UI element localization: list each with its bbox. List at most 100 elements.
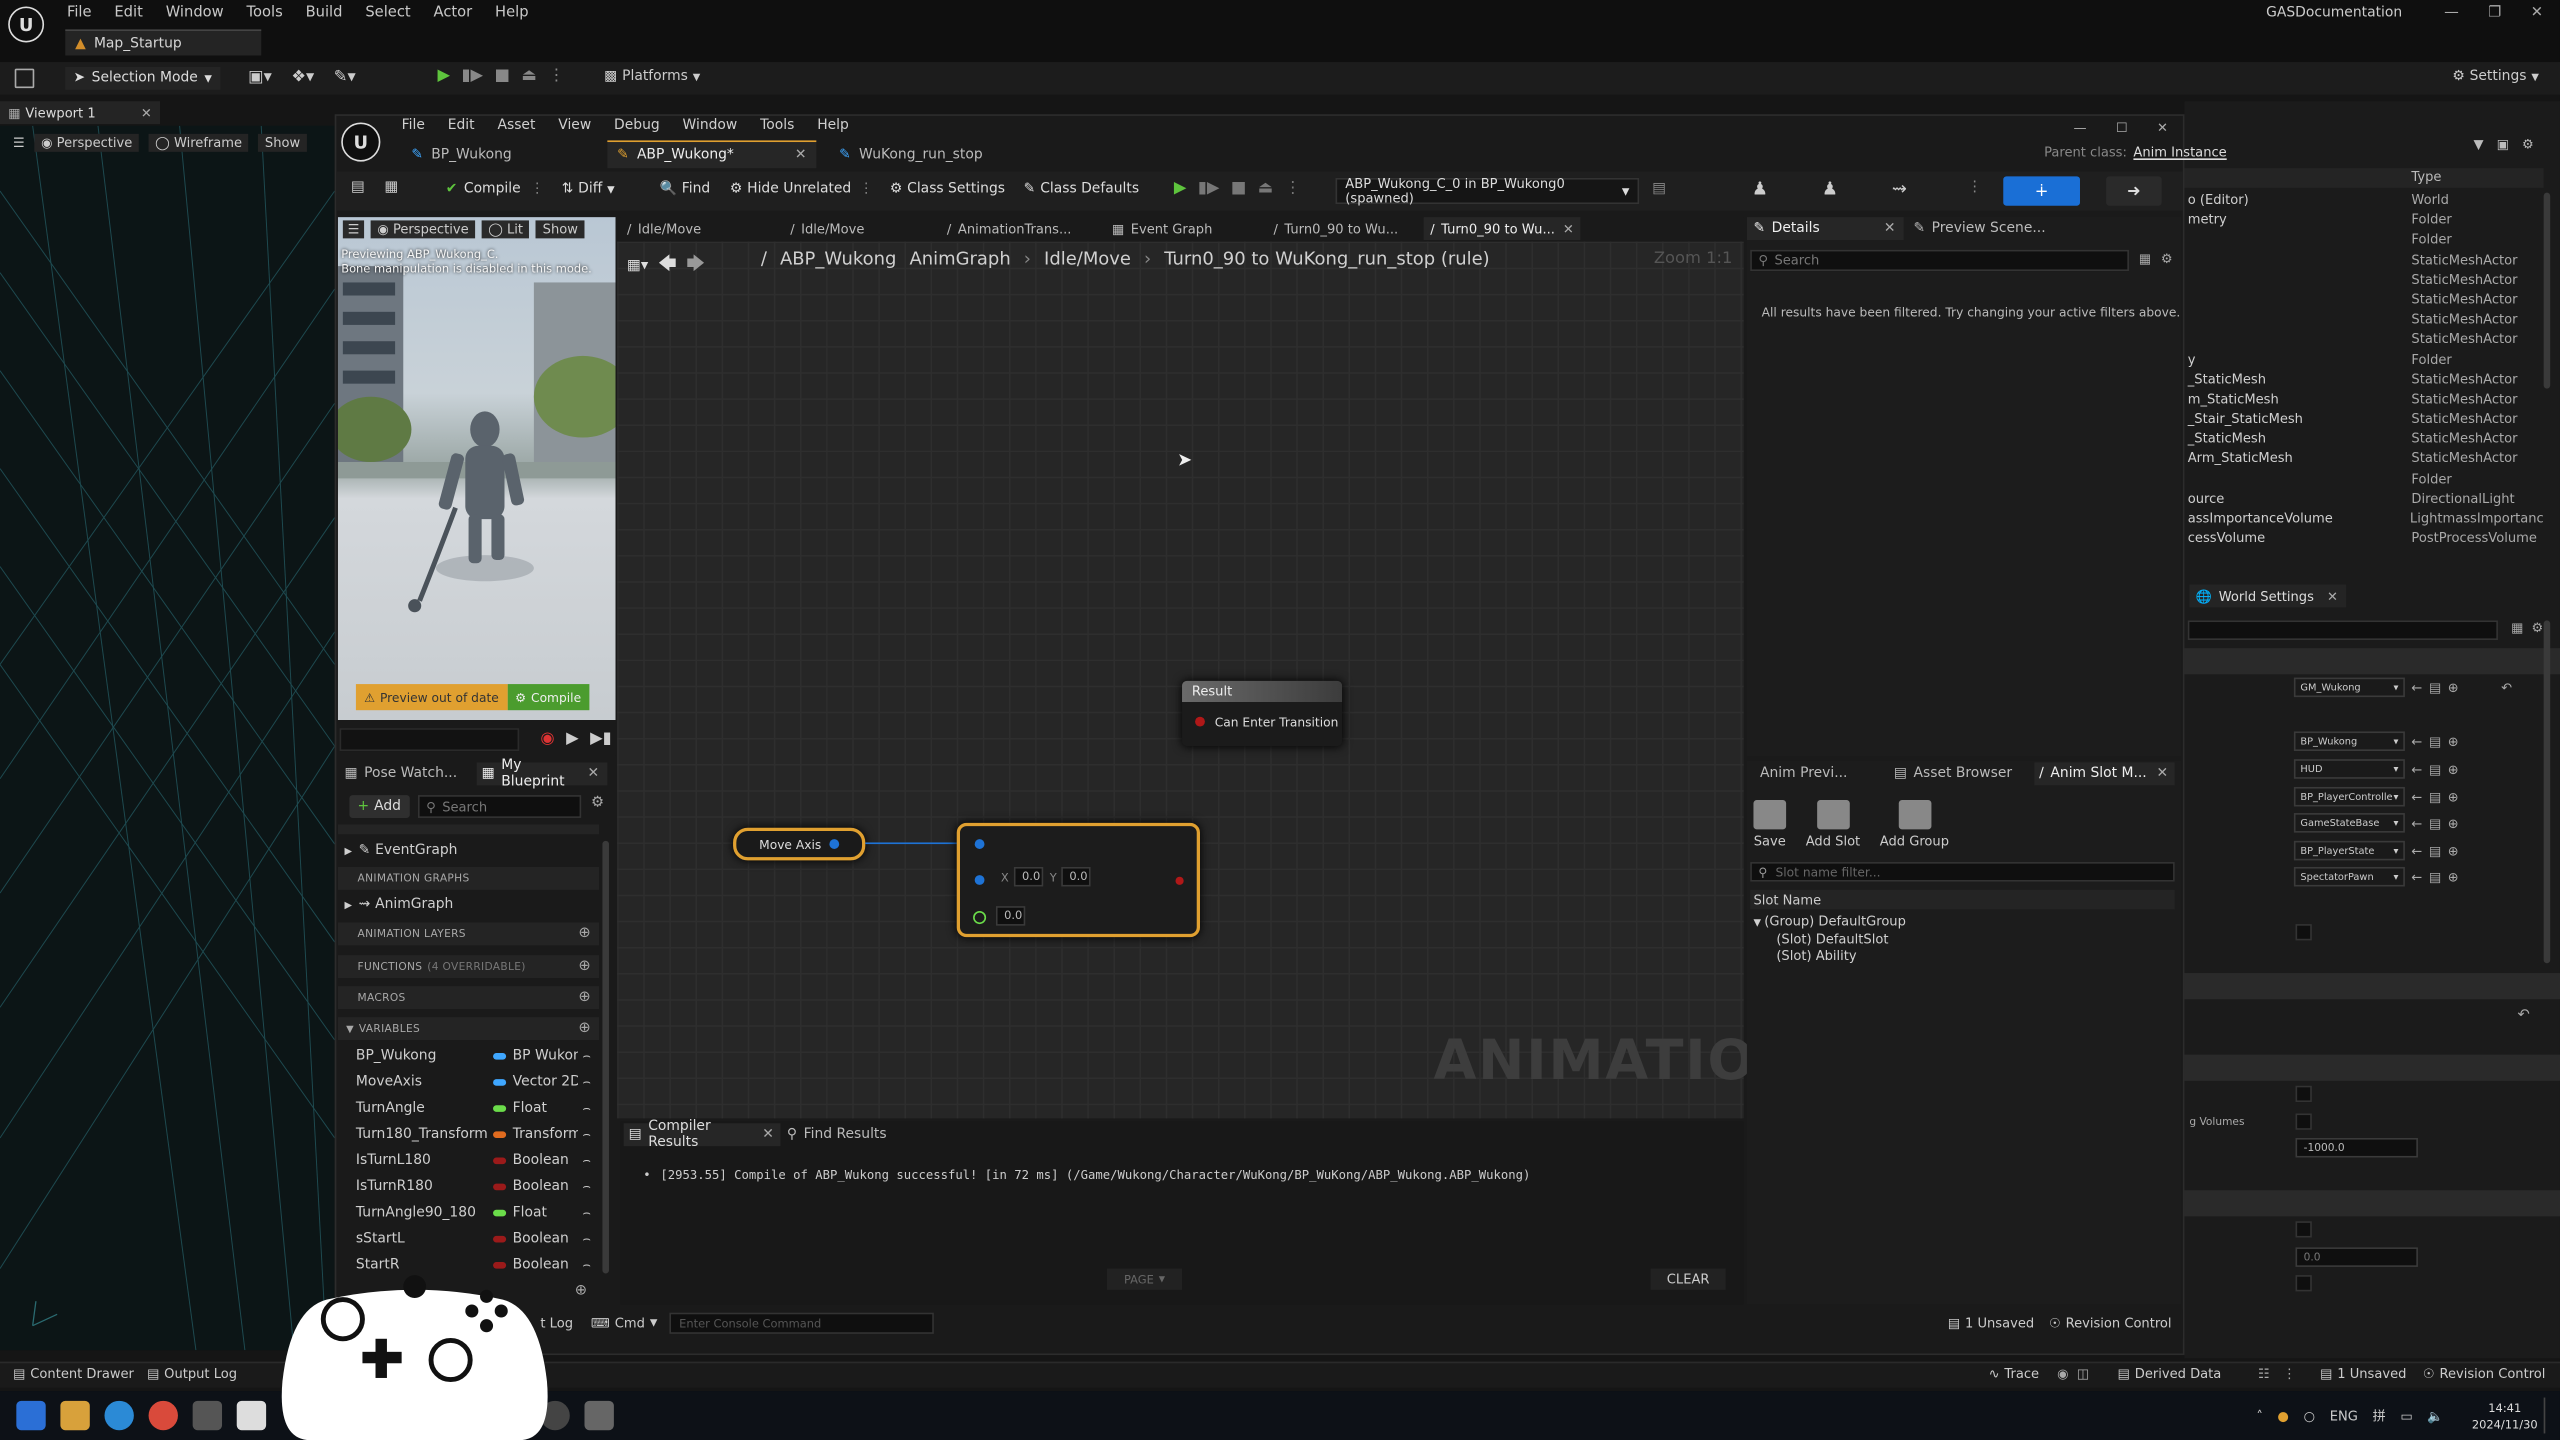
hide-unrelated-button[interactable]: ⚙ Hide Unrelated ⋮ (730, 181, 873, 197)
windows-start-icon[interactable] (16, 1400, 46, 1431)
graph-canvas[interactable] (617, 241, 1744, 1119)
inner-step-icon[interactable]: ▮▶ (1198, 180, 1220, 198)
ws-use-selected-icon[interactable]: ← (2411, 680, 2422, 695)
outliner-row[interactable]: Folder (2184, 231, 2543, 251)
my-blueprint-tab[interactable]: ▦ My Blueprint ✕ (476, 758, 608, 790)
add-anim-layer-icon[interactable]: ⊕ (578, 926, 591, 942)
play-icon[interactable]: ▶ (438, 67, 451, 85)
graph-home-icon[interactable]: ▦▾ (627, 257, 648, 273)
anim-graph-item[interactable]: ▶ ⇝ AnimGraph (344, 891, 595, 917)
ws-browse-icon[interactable]: ▤ (2429, 680, 2441, 695)
ws-value-field-1[interactable]: -1000.0 (2295, 1137, 2418, 1158)
outliner-row[interactable]: StaticMeshActor (2184, 310, 2543, 330)
viewport-menu-icon[interactable]: ☰ (13, 136, 25, 151)
inner-unsaved-button[interactable]: ▤ 1 Unsaved (1948, 1316, 2034, 1331)
add-slot-button[interactable]: Add Slot (1806, 799, 1860, 849)
variable-row[interactable]: MoveAxis Vector 2D ⌢ (338, 1069, 599, 1095)
outliner-row[interactable]: metry Folder (2184, 211, 2543, 231)
blueprint-icon[interactable]: ❖▾ (291, 69, 314, 87)
debug-browse-icon[interactable]: ▤ (1652, 181, 1666, 197)
outliner-row[interactable]: _Stair_StaticMesh StaticMeshActor (2184, 410, 2543, 430)
minimize-icon[interactable]: — (2444, 5, 2459, 21)
ws-scrollbar[interactable] (2543, 620, 2551, 964)
ws-reset-icon-1[interactable]: ↶ (2518, 1007, 2530, 1023)
cinematics-icon[interactable]: ✎▾ (334, 69, 356, 87)
tab-bp-wukong[interactable]: ✎ BP_Wukong (402, 142, 598, 168)
outliner-row[interactable]: o (Editor) World (2184, 191, 2543, 211)
ws-checkbox-4[interactable] (2295, 1221, 2312, 1238)
variables-section[interactable]: ▼ VARIABLES ⊕ (337, 1017, 600, 1040)
ws-browse-icon[interactable]: ▤ (2429, 869, 2441, 884)
variable-row[interactable]: IsTurnR180 Boolean ⌢ (338, 1174, 599, 1200)
preview-compile-button[interactable]: ⚙ Compile (506, 684, 590, 711)
visibility-eye-icon[interactable]: ⌢ (582, 1205, 591, 1221)
vector-compare-node[interactable]: X 0.0 Y 0.0 0.0 (956, 822, 1200, 938)
ws-browse-icon[interactable]: ▤ (2429, 843, 2441, 858)
details-grid-icon[interactable]: ▦ (2139, 251, 2151, 266)
outer-show-button[interactable]: Show (258, 133, 307, 152)
inner-revision-control-button[interactable]: ☉ Revision Control (2049, 1316, 2172, 1331)
slot-group-default[interactable]: ▼ (Group) DefaultGroup (1753, 914, 1905, 932)
outliner-row[interactable]: StaticMeshActor (2184, 330, 2543, 350)
inner-eject-icon[interactable]: ⏏ (1258, 180, 1273, 198)
edge-icon[interactable] (104, 1400, 134, 1431)
trace-button[interactable]: ∿ Trace (1989, 1367, 2040, 1382)
tab-abp-wukong[interactable]: ✎ ABP_Wukong* ✕ (607, 140, 817, 169)
output-log-button[interactable]: ▤ Output Log (147, 1367, 237, 1382)
inner-menu-asset[interactable]: Asset (497, 118, 535, 134)
ws-class-dropdown[interactable]: GM_Wukong ▾ (2293, 677, 2405, 698)
anim-slot-tab[interactable]: ∕ Anim Slot M... ✕ (2034, 762, 2175, 786)
ws-grid-icon[interactable]: ▦ (2511, 620, 2523, 635)
save-icon[interactable] (14, 68, 35, 89)
outer-menu-edit[interactable]: Edit (114, 5, 142, 21)
outliner-row[interactable]: cessVolume PostProcessVolume (2184, 529, 2543, 547)
inner-save-icon[interactable]: ▤ (351, 180, 365, 196)
graph-tab-close-icon[interactable]: ✕ (1563, 221, 1574, 236)
outliner-row[interactable]: Folder (2184, 470, 2543, 490)
my-blueprint-scrollbar[interactable] (602, 840, 609, 1274)
world-settings-close-icon[interactable]: ✕ (2327, 589, 2338, 604)
vector-b-pin-icon[interactable] (974, 875, 985, 885)
variable-row[interactable]: TurnAngle90_180 Float ⌢ (338, 1200, 599, 1226)
add-variable-bottom-icon[interactable]: ⊕ (575, 1283, 587, 1299)
breadcrumb-anim-graph[interactable]: AnimGraph (909, 248, 1010, 269)
inner-menu-edit[interactable]: Edit (448, 118, 475, 134)
inner-close-icon[interactable]: ✕ (2157, 121, 2168, 136)
notepad-icon[interactable] (236, 1400, 267, 1431)
ws-class-dropdown[interactable]: GameStateBase ▾ (2293, 813, 2405, 833)
chrome-icon[interactable] (148, 1400, 178, 1431)
close-icon[interactable]: ✕ (2531, 5, 2543, 21)
class-settings-button[interactable]: ⚙ Class Settings (890, 181, 1005, 197)
ws-browse-icon[interactable]: ▤ (2429, 816, 2441, 831)
visibility-eye-icon[interactable]: ⌢ (582, 1153, 591, 1169)
ws-value-field-2[interactable]: 0.0 (2295, 1247, 2418, 1267)
browse-icon[interactable]: ▦ (385, 180, 399, 196)
variable-row[interactable]: BP_Wukong BP Wukon ⌢ (338, 1043, 599, 1069)
preview-perspective-button[interactable]: ◉ Perspective (370, 220, 476, 239)
preview-show-button[interactable]: Show (536, 220, 585, 239)
outliner-row[interactable]: StaticMeshActor (2184, 291, 2543, 311)
vector2d-out-pin-icon[interactable] (829, 839, 840, 849)
mode-more-icon[interactable]: ⋮ (1967, 180, 1982, 196)
float-pin-icon[interactable] (973, 911, 987, 925)
outliner-row[interactable]: _StaticMesh StaticMeshActor (2184, 430, 2543, 450)
settings-button[interactable]: ⚙ Settings ▼ (2452, 69, 2539, 85)
taskbar-settings-icon[interactable] (584, 1400, 614, 1431)
class-defaults-button[interactable]: ✎ Class Defaults (1024, 181, 1139, 197)
parent-class-link[interactable]: Anim Instance (2133, 145, 2226, 160)
tray-mic-icon[interactable]: ○ (2304, 1409, 2315, 1424)
visibility-eye-icon[interactable]: ⌢ (582, 1257, 591, 1273)
status-graph-icon[interactable]: ☷ (2258, 1367, 2270, 1382)
inner-minimize-icon[interactable]: — (2073, 121, 2086, 136)
ws-class-dropdown[interactable]: BP_PlayerState ▾ (2293, 840, 2405, 861)
move-axis-node[interactable]: Move Axis (733, 827, 866, 861)
tab-abp-close-icon[interactable]: ✕ (795, 147, 807, 163)
ws-checkbox-2[interactable] (2295, 1085, 2312, 1103)
graph-tab[interactable]: ∕ Idle/Move (620, 217, 780, 240)
eject-icon[interactable]: ⏏ (521, 67, 536, 85)
anim-layers-section[interactable]: ANIMATION LAYERS ⊕ (337, 922, 600, 946)
outer-perspective-button[interactable]: ◉ Perspective (34, 133, 139, 152)
ws-checkbox-3[interactable] (2295, 1113, 2312, 1130)
preview-timeline-field[interactable] (339, 728, 520, 752)
ws-use-selected-icon[interactable]: ← (2411, 816, 2422, 831)
